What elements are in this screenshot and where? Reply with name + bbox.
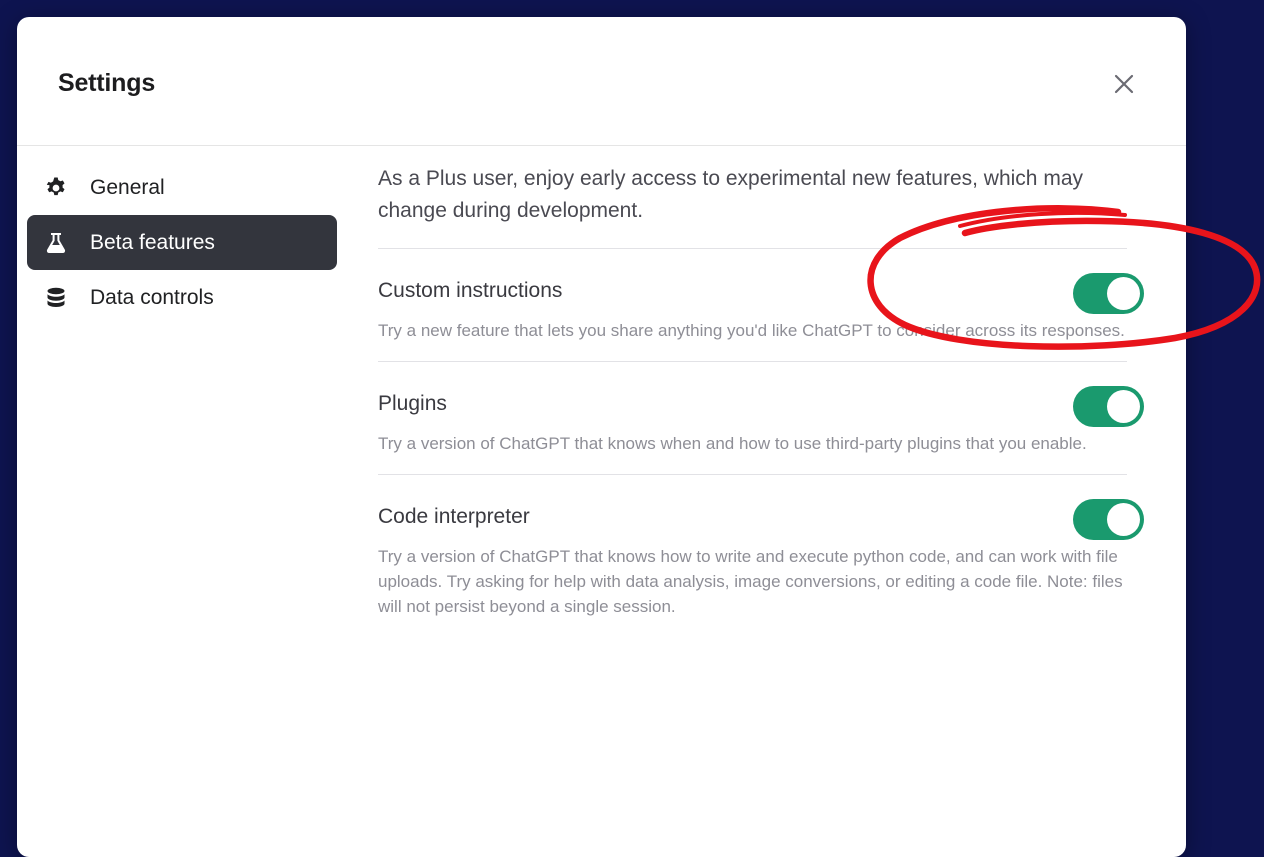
modal-header: Settings — [17, 17, 1186, 146]
feature-title: Plugins — [378, 392, 447, 415]
intro-text: As a Plus user, enjoy early access to ex… — [378, 163, 1127, 249]
sidebar-item-general[interactable]: General — [27, 160, 337, 215]
sidebar-item-data-controls[interactable]: Data controls — [27, 270, 337, 325]
sidebar-item-label: General — [90, 175, 165, 199]
settings-sidebar: General Beta features Data controls — [27, 160, 337, 325]
sidebar-item-beta-features[interactable]: Beta features — [27, 215, 337, 270]
feature-description: Try a version of ChatGPT that knows when… — [378, 434, 1087, 453]
flask-icon — [44, 231, 68, 255]
feature-title: Custom instructions — [378, 279, 563, 302]
close-button[interactable] — [1110, 70, 1138, 98]
close-icon — [1114, 74, 1134, 94]
feature-code-interpreter: Code interpreter Try a version of ChatGP… — [378, 475, 1144, 637]
feature-title: Code interpreter — [378, 505, 530, 528]
modal-title: Settings — [58, 69, 156, 97]
toggle-knob — [1107, 503, 1140, 536]
feature-description: Try a version of ChatGPT that knows how … — [378, 547, 1123, 616]
feature-custom-instructions: Custom instructions Try a new feature th… — [378, 249, 1144, 362]
feature-description: Try a new feature that lets you share an… — [378, 321, 1125, 340]
custom-instructions-toggle[interactable] — [1073, 273, 1144, 314]
plugins-toggle[interactable] — [1073, 386, 1144, 427]
sidebar-item-label: Data controls — [90, 285, 214, 309]
toggle-knob — [1107, 390, 1140, 423]
gear-icon — [44, 176, 68, 200]
feature-plugins: Plugins Try a version of ChatGPT that kn… — [378, 362, 1144, 475]
beta-features-panel: As a Plus user, enjoy early access to ex… — [378, 160, 1144, 637]
code-interpreter-toggle[interactable] — [1073, 499, 1144, 540]
database-icon — [44, 286, 68, 310]
sidebar-item-label: Beta features — [90, 230, 215, 254]
toggle-knob — [1107, 277, 1140, 310]
